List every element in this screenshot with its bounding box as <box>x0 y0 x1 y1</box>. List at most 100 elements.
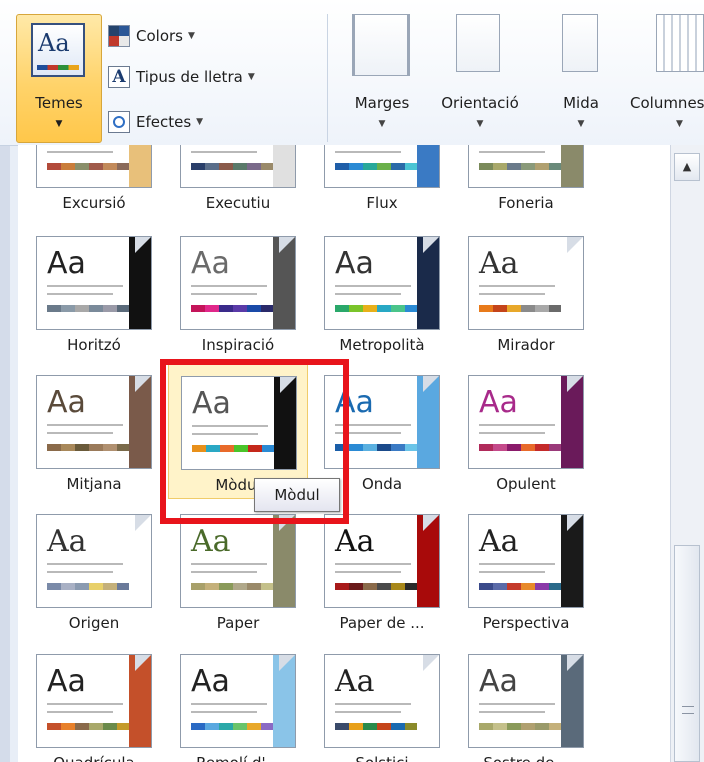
color-swatch-bar <box>47 444 131 451</box>
page-fold-icon <box>423 515 439 531</box>
sample-line <box>335 151 401 153</box>
themes-label: Temes <box>35 94 83 112</box>
theme-tile[interactable]: Aa Origen <box>24 502 164 638</box>
color-swatch-bar <box>479 305 563 312</box>
chevron-down-icon: ▼ <box>577 119 585 129</box>
theme-name: Executiu <box>205 194 271 212</box>
theme-sample-text: Aa <box>479 246 519 281</box>
theme-tile[interactable]: Aa Mirador <box>456 224 596 360</box>
gallery-scrollbar[interactable]: ▲ <box>670 145 704 762</box>
color-swatch-bar <box>191 305 275 312</box>
colors-icon <box>108 25 130 47</box>
sample-line <box>47 285 123 287</box>
fonts-button[interactable]: A Tipus de lletra ▼ <box>108 63 255 91</box>
theme-name: Paper <box>216 614 260 632</box>
page-fold-icon <box>279 655 295 671</box>
color-swatch-bar <box>191 583 275 590</box>
theme-sample-text: Aa <box>479 664 518 699</box>
chevron-down-icon: ▼ <box>378 119 386 129</box>
color-swatch-bar <box>479 723 563 730</box>
theme-tile[interactable]: Aa Horitzó <box>24 224 164 360</box>
theme-thumbnail: Aa <box>36 145 152 188</box>
theme-sample-text: Aa <box>47 385 86 420</box>
sample-line <box>191 285 267 287</box>
page-fold-icon <box>567 655 583 671</box>
sample-line <box>47 563 123 565</box>
theme-name: Perspectiva <box>482 614 570 632</box>
theme-name: Solstici <box>312 754 452 762</box>
theme-tile[interactable]: Aa Mitjana <box>24 363 164 499</box>
columns-button[interactable]: Columnes ▼ <box>628 14 704 142</box>
theme-tile[interactable]: Aa Foneria <box>456 145 596 218</box>
sample-line <box>191 293 257 295</box>
theme-tile[interactable]: Aa Quadrícula <box>24 642 164 762</box>
themes-button[interactable]: Aa Temes ▼ <box>16 14 102 143</box>
scroll-up-button[interactable]: ▲ <box>674 153 700 181</box>
sample-line <box>479 703 555 705</box>
chevron-down-icon: ▼ <box>187 31 195 41</box>
tooltip: Mòdul <box>254 478 340 512</box>
theme-thumbnail: Aa <box>36 375 152 469</box>
theme-sample-text: Aa <box>335 664 375 699</box>
theme-sample-text: Aa <box>47 664 86 699</box>
theme-thumbnail: Aa <box>324 514 440 608</box>
theme-tile[interactable]: Aa Executiu <box>168 145 308 218</box>
page-fold-icon <box>135 655 151 671</box>
sample-line <box>47 571 113 573</box>
sample-line <box>47 432 113 434</box>
theme-name: Sostre de... <box>456 754 596 762</box>
theme-name: Mirador <box>497 336 555 354</box>
orientation-icon <box>456 14 500 72</box>
theme-name: Foneria <box>498 194 554 212</box>
theme-thumbnail: Aa <box>180 236 296 330</box>
theme-thumbnail: Aa <box>180 514 296 608</box>
theme-tile[interactable]: Aa Solstici <box>312 642 452 762</box>
orientation-button[interactable]: Orientació ▼ <box>426 14 534 142</box>
colors-button[interactable]: Colors ▼ <box>108 22 195 50</box>
theme-sample-text: Aa <box>335 246 374 281</box>
theme-thumbnail: Aa <box>468 145 584 188</box>
chevron-down-icon: ▼ <box>55 119 63 129</box>
theme-tile[interactable]: Aa Opulent <box>456 363 596 499</box>
scroll-thumb[interactable] <box>674 545 700 762</box>
effects-button[interactable]: Efectes ▼ <box>108 108 203 136</box>
margins-button[interactable]: Marges ▼ <box>340 14 424 142</box>
sample-line <box>191 563 267 565</box>
color-swatch-bar <box>479 163 563 170</box>
page-fold-icon <box>567 376 583 392</box>
theme-tile[interactable]: Aa Perspectiva <box>456 502 596 638</box>
theme-sample-text: Aa <box>191 246 230 281</box>
theme-thumbnail: Aa <box>468 654 584 748</box>
sample-line <box>47 151 113 153</box>
sample-line <box>191 711 257 713</box>
sample-line <box>479 293 545 295</box>
ribbon: Aa Temes ▼ Colors ▼ A Tipus de lletra ▼ Ef… <box>0 0 704 146</box>
theme-tile[interactable]: Aa Metropolità <box>312 224 452 360</box>
theme-tile[interactable]: Aa Sostre de... <box>456 642 596 762</box>
sample-line <box>479 571 545 573</box>
theme-tile[interactable]: Aa Remolí d'... <box>168 642 308 762</box>
sample-line <box>479 711 545 713</box>
theme-accent-strip <box>417 145 439 187</box>
page-fold-icon <box>423 655 439 671</box>
sample-line <box>191 571 257 573</box>
chevron-down-icon: ▼ <box>247 72 255 82</box>
theme-accent-strip <box>561 145 583 187</box>
chevron-down-icon: ▼ <box>676 119 683 129</box>
columns-icon <box>656 14 704 72</box>
margins-label: Marges <box>354 94 410 112</box>
theme-thumbnail: Aa <box>180 145 296 188</box>
sample-line <box>479 432 545 434</box>
theme-tile[interactable]: Aa Flux <box>312 145 452 218</box>
chevron-down-icon: ▼ <box>476 119 484 129</box>
theme-name: Opulent <box>496 475 556 493</box>
theme-tile[interactable]: Aa Inspiració <box>168 224 308 360</box>
color-swatch-bar <box>47 723 131 730</box>
theme-tile[interactable]: Aa Excursió <box>24 145 164 218</box>
size-button[interactable]: Mida ▼ <box>542 14 620 142</box>
theme-sample-text: Aa <box>335 524 375 559</box>
size-icon <box>562 14 598 72</box>
page-fold-icon <box>567 237 583 253</box>
sample-line <box>479 563 555 565</box>
effects-label: Efectes <box>136 113 192 131</box>
